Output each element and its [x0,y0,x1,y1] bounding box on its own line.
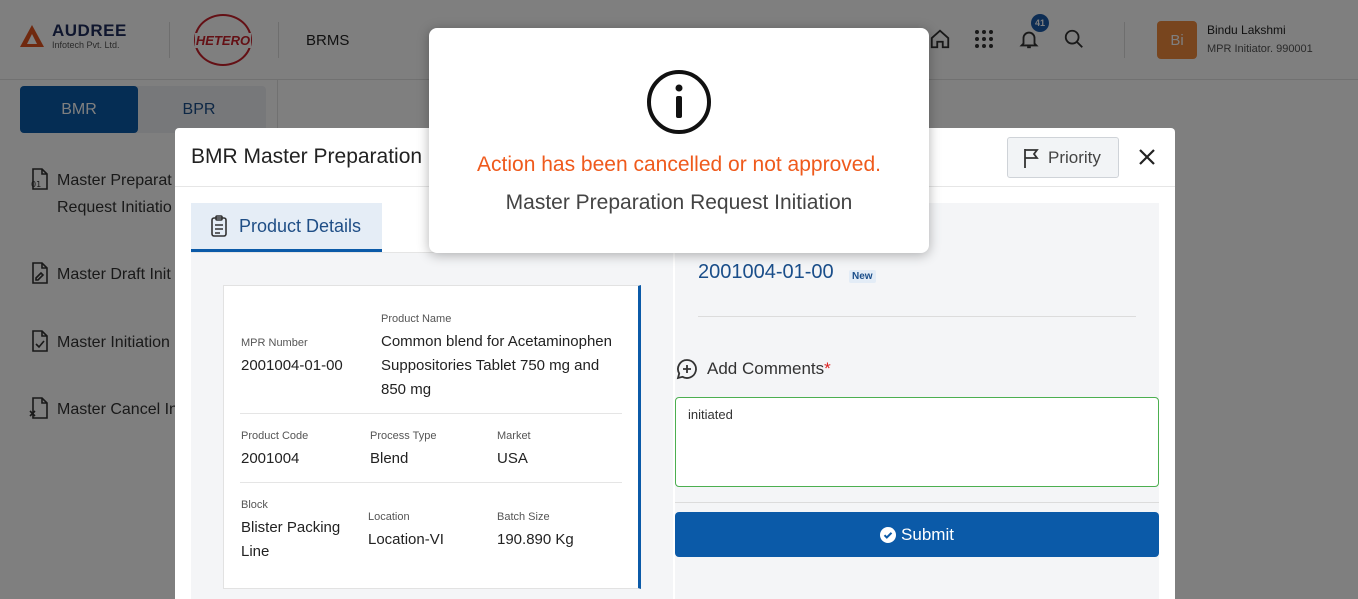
card-divider [240,482,622,483]
panel-divider [675,502,1159,503]
location-label: Location [368,511,410,523]
market-label: Market [497,430,531,442]
product-card: MPR Number 2001004-01-00 Product Name Co… [223,285,641,589]
required-mark: * [824,359,831,378]
tab-product-details[interactable]: Product Details [191,203,382,252]
batch-size-value: 190.890 Kg [497,531,574,548]
process-type-label: Process Type [370,430,437,442]
close-icon[interactable] [1135,145,1159,169]
panel-divider [698,316,1136,317]
mpr-number-label: MPR Number [241,337,308,349]
mpr-id: 2001004-01-00 [698,261,834,283]
add-comments-label: Add Comments [707,359,825,378]
block-label: Block [241,499,268,511]
info-icon [647,70,711,134]
status-badge: New [849,270,876,283]
process-type-value: Blend [370,450,409,467]
tab-label: Product Details [239,215,362,236]
alert-message: Action has been cancelled or not approve… [477,153,881,176]
add-comments-heading: Add Comments * [675,357,831,381]
batch-size-label: Batch Size [497,511,550,523]
alert-dialog: Action has been cancelled or not approve… [429,28,929,253]
comments-input[interactable]: initiated [675,397,1159,487]
block-value: Blister Packing Line [241,519,341,560]
location-value: Location-VI [368,531,444,548]
add-comment-icon [676,359,697,380]
product-name-label: Product Name [381,313,452,325]
product-name-value: Common blend for Acetaminophen Supposito… [381,333,612,398]
mpr-number-value: 2001004-01-00 [241,357,343,374]
flag-icon [1024,148,1039,168]
submit-label: Submit [901,524,954,544]
clipboard-icon [211,215,227,237]
product-code-label: Product Code [241,430,309,442]
alert-sub-message: Master Preparation Request Initiation [505,191,853,214]
market-value: USA [497,450,528,467]
priority-label: Priority [1048,147,1101,167]
product-code-value: 2001004 [241,450,300,467]
priority-button[interactable]: Priority [1007,137,1119,178]
modal-title: BMR Master Preparation [191,145,423,168]
card-divider [240,413,622,414]
submit-button[interactable]: Submit [675,512,1159,557]
check-circle-icon [880,526,897,543]
